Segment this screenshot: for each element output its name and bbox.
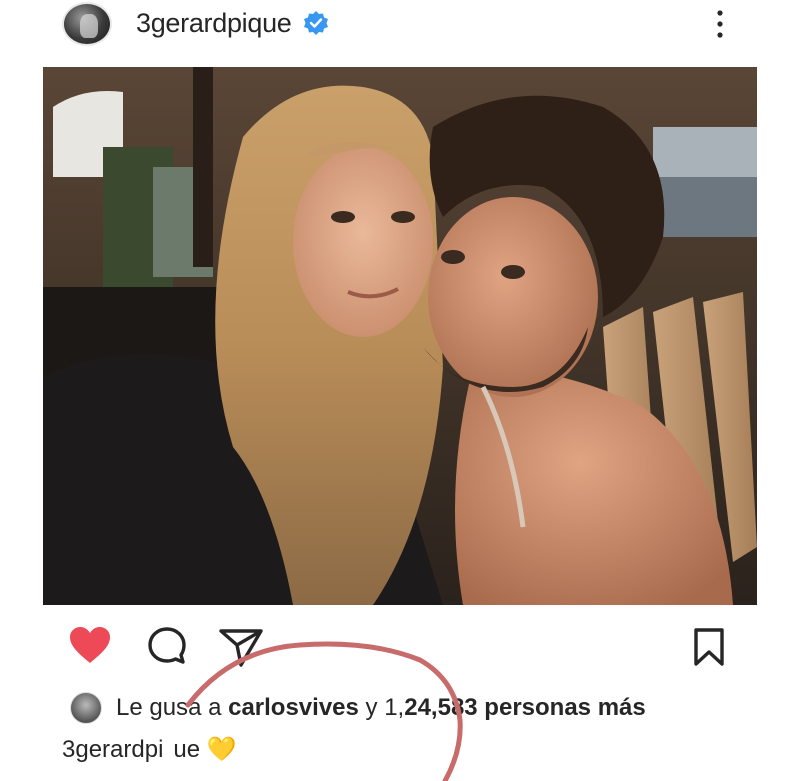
verified-badge-icon [304, 11, 328, 35]
likes-prefix: Le gus [116, 694, 189, 721]
profile-avatar[interactable] [62, 2, 112, 46]
more-options-icon[interactable] [708, 4, 732, 44]
likes-middle: y 1, [358, 694, 405, 721]
comment-icon[interactable] [146, 625, 188, 667]
post-photo-illustration [43, 67, 757, 605]
likes-suffix: personas más [477, 694, 646, 721]
bookmark-icon[interactable] [692, 627, 726, 667]
post-header: 3gerardpique [0, 0, 800, 64]
caption-username-end[interactable]: ue [173, 736, 200, 763]
username[interactable]: 3gerardpique [136, 8, 292, 39]
likes-row: Le gusa a carlosvives y 1,24,583 persona… [0, 688, 800, 728]
liker-avatar[interactable] [70, 692, 102, 724]
caption-username-start[interactable]: 3gerardpi [62, 736, 163, 763]
yellow-heart-icon: 💛 [206, 736, 237, 763]
caption: 3gerardpi ue 💛 [62, 735, 237, 764]
post-photo[interactable] [43, 67, 757, 605]
likes-gap: a a [188, 694, 229, 721]
send-icon[interactable] [218, 627, 264, 667]
action-bar [0, 615, 800, 671]
likes-text[interactable]: Le gusa a carlosvives y 1,24,583 persona… [116, 694, 646, 722]
liker-username[interactable]: carlosvives [228, 694, 359, 721]
heart-filled-icon[interactable] [68, 625, 112, 665]
likes-count: 24,583 [404, 694, 478, 721]
